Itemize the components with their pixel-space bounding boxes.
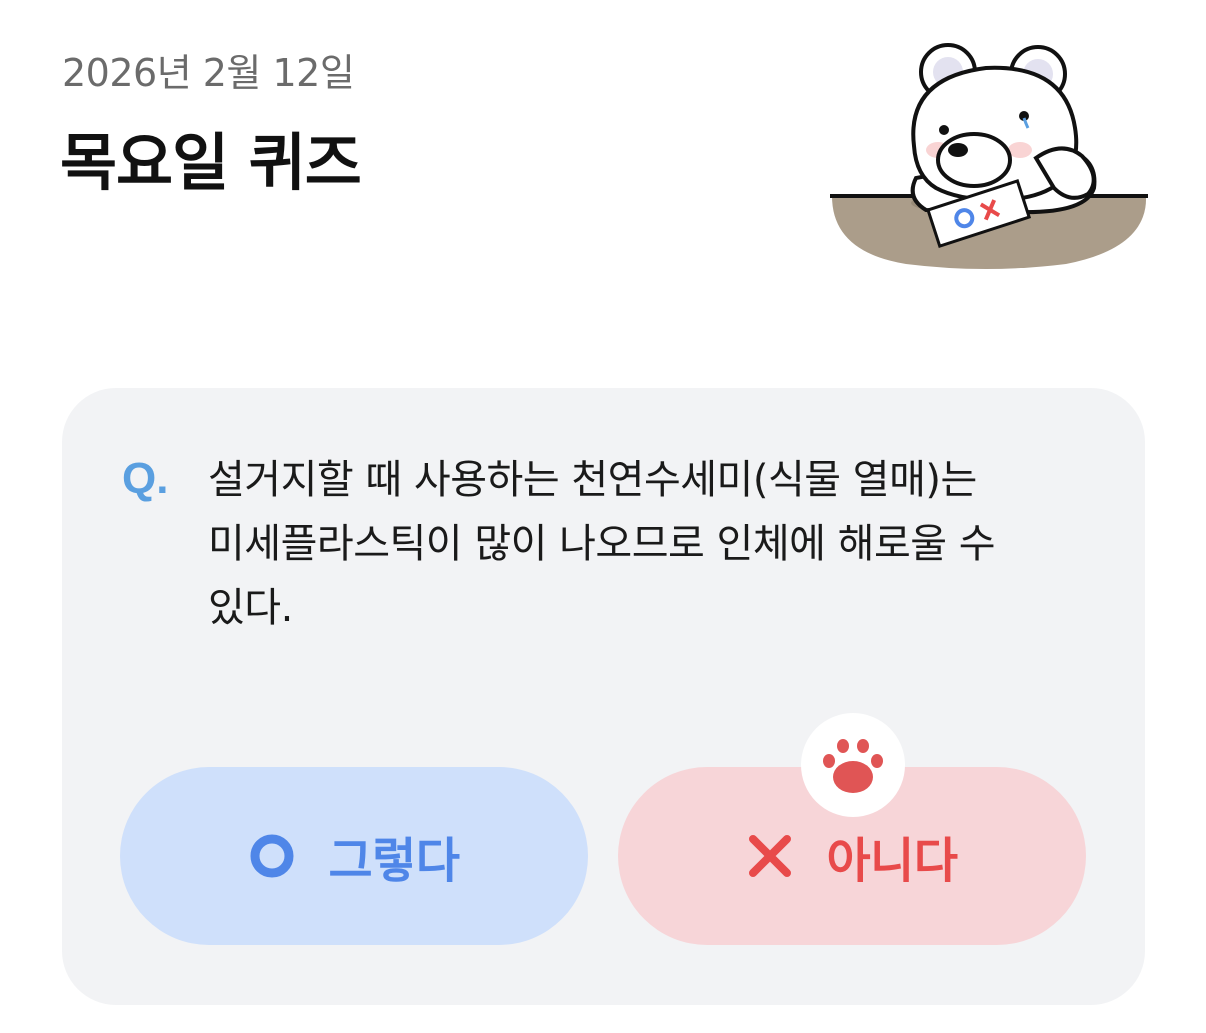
x-mark-icon <box>748 835 791 877</box>
circle-o-icon <box>250 834 293 878</box>
question-label: Q. <box>122 454 169 503</box>
bear-thinking-illustration <box>830 43 1148 269</box>
answer-yes-label: 그렇다 <box>328 833 460 889</box>
answer-no-label: 아니다 <box>826 833 958 889</box>
quiz-page: 2026년 2월 12일 목요일 퀴즈 Q. 설거지할 때 사용하는 천연수세미… <box>0 0 1206 1033</box>
answer-yes-button[interactable]: 그렇다 <box>120 767 588 945</box>
paw-icon <box>823 739 883 793</box>
page-title: 목요일 퀴즈 <box>60 126 362 199</box>
paw-badge <box>801 713 905 817</box>
quiz-date: 2026년 2월 12일 <box>62 51 355 95</box>
question-text: 설거지할 때 사용하는 천연수세미(식물 열매)는 미세플라스틱이 많이 나오므… <box>208 457 996 631</box>
